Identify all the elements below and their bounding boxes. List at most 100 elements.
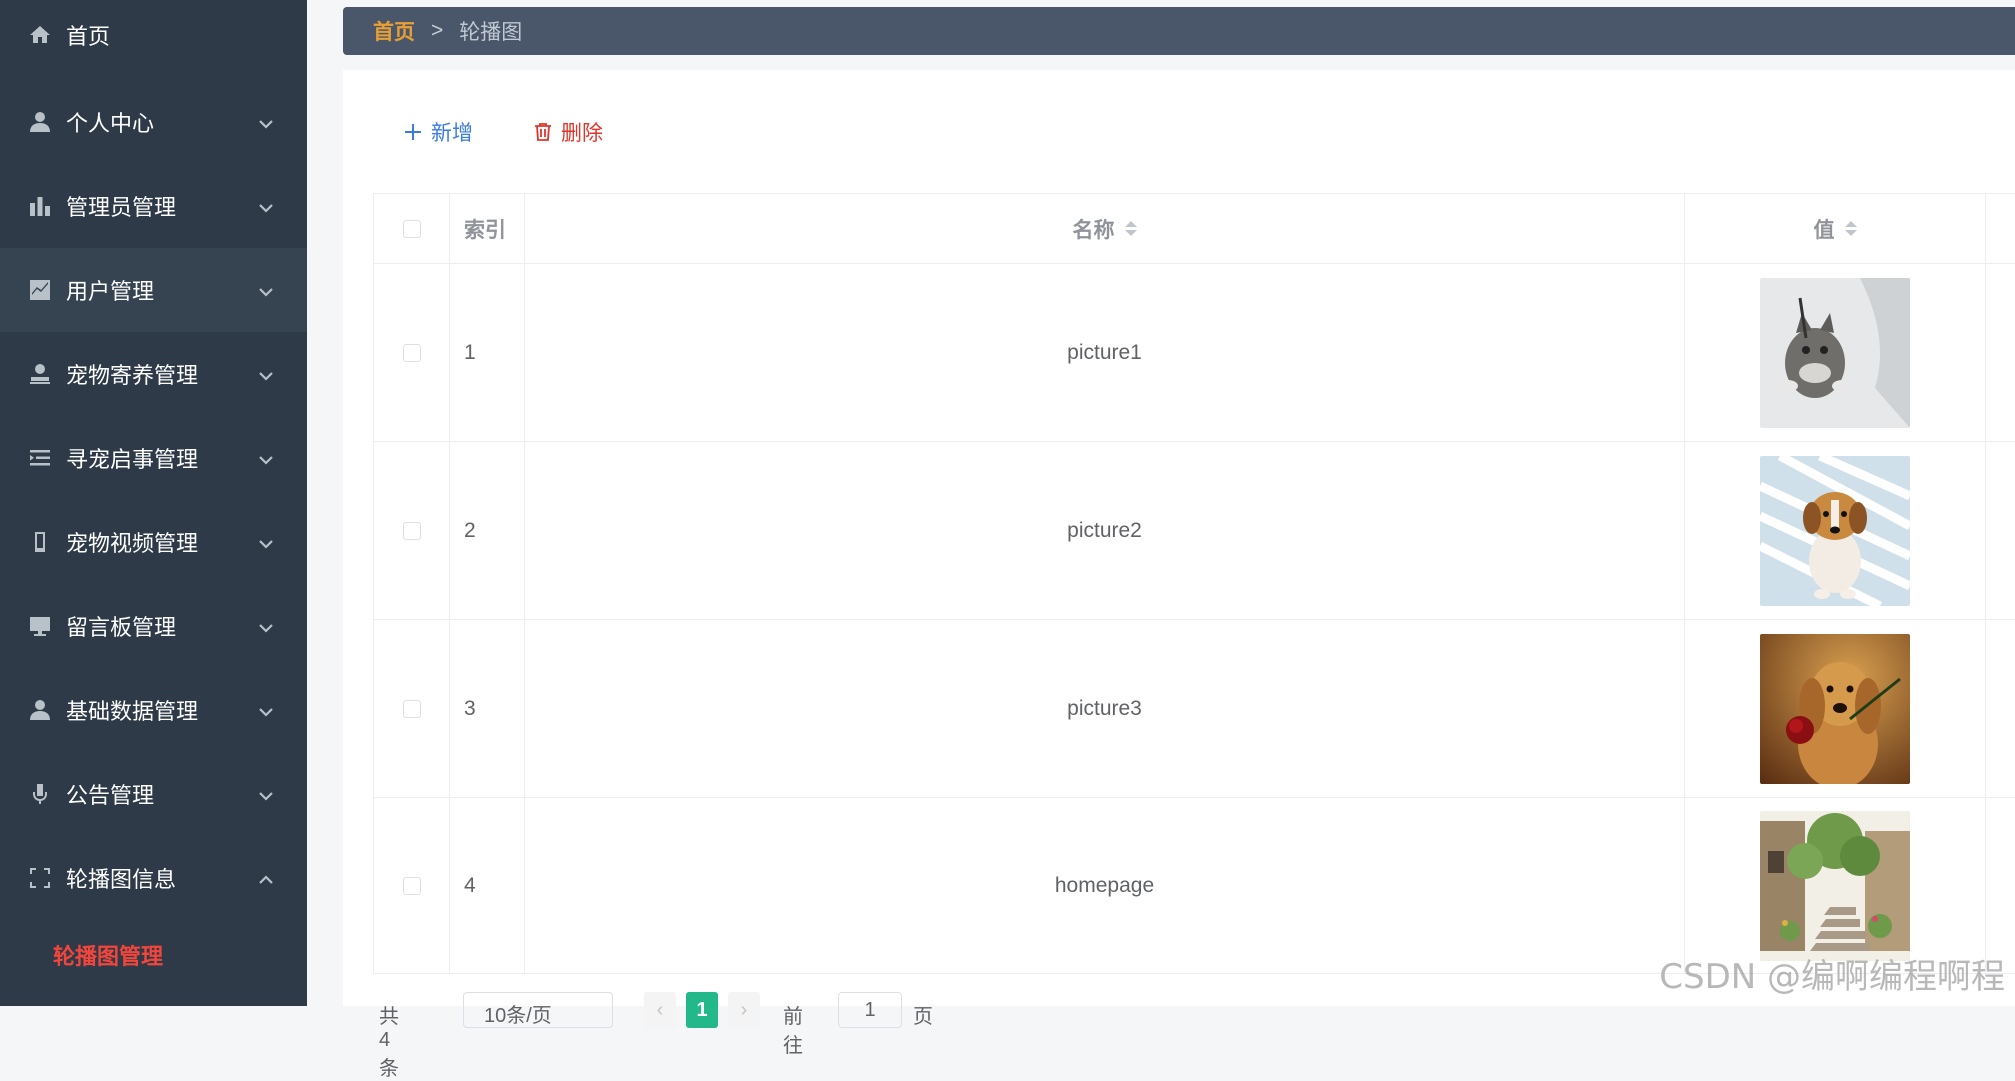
breadcrumb: 首页 > 轮播图 xyxy=(343,7,2015,55)
stamp-icon xyxy=(28,362,52,386)
chevron-up-icon xyxy=(257,869,275,887)
chevron-down-icon xyxy=(257,785,275,803)
line-chart-icon xyxy=(28,278,52,302)
sidebar-item-label: 首页 xyxy=(66,24,111,49)
page-jump-input[interactable]: 1 xyxy=(838,992,902,1028)
page-word-label: 页 xyxy=(913,1006,933,1028)
row-index: 4 xyxy=(464,873,476,897)
chevron-down-icon xyxy=(257,281,275,299)
phone-icon xyxy=(28,530,52,554)
fullscreen-icon xyxy=(28,866,52,890)
table-cell-index: 1 xyxy=(450,264,525,442)
row-name: picture2 xyxy=(1067,518,1142,542)
sidebar-subitem-carousel-management[interactable]: 轮播图管理 xyxy=(0,920,307,990)
sort-icon[interactable] xyxy=(1844,221,1857,236)
table-row-checkbox-cell xyxy=(374,620,450,798)
header-name-label: 名称 xyxy=(1072,218,1115,242)
bar-chart-icon xyxy=(28,194,52,218)
sidebar: 首页 个人中心 管理员管理 用户管理 宠物寄养管理 寻宠启事管理 宠物视频管理 … xyxy=(0,0,307,1006)
page-size-select[interactable]: 10条/页 xyxy=(463,992,613,1028)
page-number-button[interactable]: 1 xyxy=(686,992,718,1028)
chevron-down-icon xyxy=(257,617,275,635)
chevron-down-icon xyxy=(257,365,275,383)
header-value-label: 值 xyxy=(1813,218,1835,242)
row-checkbox[interactable] xyxy=(402,343,421,362)
chevron-down-icon xyxy=(257,533,275,551)
carousel-table: 索引 名称 值 1 picture1 2 picture2 3 picture3… xyxy=(373,193,2015,974)
sidebar-item-admin-management[interactable]: 管理员管理 xyxy=(0,164,307,248)
header-index: 索引 xyxy=(450,194,525,264)
table-cell-value xyxy=(1685,264,1986,442)
list-indent-icon xyxy=(28,446,52,470)
header-extra xyxy=(1986,194,2015,264)
row-checkbox[interactable] xyxy=(402,876,421,895)
watermark: CSDN @编啊编程啊程 xyxy=(1659,957,2005,997)
table-cell-extra xyxy=(1986,798,2015,974)
table-cell-index: 4 xyxy=(450,798,525,974)
puppy-image[interactable] xyxy=(1760,455,1910,606)
delete-button[interactable]: 删除 xyxy=(533,112,603,152)
header-index-label: 索引 xyxy=(464,218,506,242)
content-panel: 新增 删除 索引 名称 值 1 picture1 2 picture2 3 pi… xyxy=(343,70,2015,1080)
sort-icon[interactable] xyxy=(1124,221,1137,236)
microphone-icon xyxy=(28,782,52,806)
sidebar-item-lost-pet-notices[interactable]: 寻宠启事管理 xyxy=(0,416,307,500)
village-stairs-image[interactable] xyxy=(1760,810,1910,961)
table-row-checkbox-cell xyxy=(374,264,450,442)
row-name: picture3 xyxy=(1067,696,1142,720)
sidebar-item-user-management[interactable]: 用户管理 xyxy=(0,248,307,332)
trash-icon xyxy=(535,123,551,141)
dog-rose-image[interactable] xyxy=(1760,633,1910,784)
breadcrumb-home[interactable]: 首页 xyxy=(373,16,415,46)
table-row-checkbox-cell xyxy=(374,442,450,620)
table-cell-value xyxy=(1685,620,1986,798)
row-index: 1 xyxy=(464,340,476,364)
table-cell-extra xyxy=(1986,620,2015,798)
add-button-label: 新增 xyxy=(431,122,473,145)
delete-button-label: 删除 xyxy=(561,122,603,145)
sidebar-item-pet-boarding[interactable]: 宠物寄养管理 xyxy=(0,332,307,416)
sidebar-item-message-board[interactable]: 留言板管理 xyxy=(0,584,307,668)
table-cell-index: 3 xyxy=(450,620,525,798)
breadcrumb-separator: > xyxy=(431,19,444,42)
sidebar-item-pet-videos[interactable]: 宠物视频管理 xyxy=(0,500,307,584)
header-value[interactable]: 值 xyxy=(1685,194,1986,264)
cat-image[interactable] xyxy=(1760,277,1910,428)
sidebar-subitem-label: 轮播图管理 xyxy=(53,944,164,969)
next-page-button[interactable]: › xyxy=(728,992,760,1028)
table-row-checkbox-cell xyxy=(374,798,450,974)
sidebar-item-basic-data[interactable]: 基础数据管理 xyxy=(0,668,307,752)
sidebar-item-home[interactable]: 首页 xyxy=(0,0,307,77)
goto-label: 前往 xyxy=(783,1006,803,1057)
select-all-checkbox[interactable] xyxy=(402,219,421,238)
sidebar-item-carousel-info[interactable]: 轮播图信息 xyxy=(0,836,307,920)
header-name[interactable]: 名称 xyxy=(525,194,1685,264)
row-index: 2 xyxy=(464,518,476,542)
chevron-down-icon xyxy=(257,701,275,719)
row-checkbox[interactable] xyxy=(402,521,421,540)
table-cell-extra xyxy=(1986,264,2015,442)
table-cell-value xyxy=(1685,798,1986,974)
table-cell-extra xyxy=(1986,442,2015,620)
header-select-all xyxy=(374,194,450,264)
add-button[interactable]: 新增 xyxy=(403,112,473,152)
chevron-down-icon xyxy=(257,197,275,215)
table-cell-name: homepage xyxy=(525,798,1685,974)
user-icon xyxy=(28,698,52,722)
main-content: 首页 > 轮播图 新增 删除 索引 名称 值 1 picture1 2 pict… xyxy=(307,0,2015,1080)
chevron-down-icon xyxy=(257,449,275,467)
monitor-icon xyxy=(28,614,52,638)
table-cell-index: 2 xyxy=(450,442,525,620)
row-checkbox[interactable] xyxy=(402,699,421,718)
pagination-total: 共 4 条 xyxy=(379,1006,399,1080)
sidebar-item-personal-center[interactable]: 个人中心 xyxy=(0,80,307,164)
user-icon xyxy=(28,110,52,134)
home-icon xyxy=(28,23,52,47)
row-name: picture1 xyxy=(1067,340,1142,364)
prev-page-button[interactable]: ‹ xyxy=(644,992,676,1028)
sidebar-item-announcements[interactable]: 公告管理 xyxy=(0,752,307,836)
table-cell-value xyxy=(1685,442,1986,620)
row-name: homepage xyxy=(1054,873,1155,897)
chevron-down-icon xyxy=(257,113,275,131)
table-cell-name: picture2 xyxy=(525,442,1685,620)
